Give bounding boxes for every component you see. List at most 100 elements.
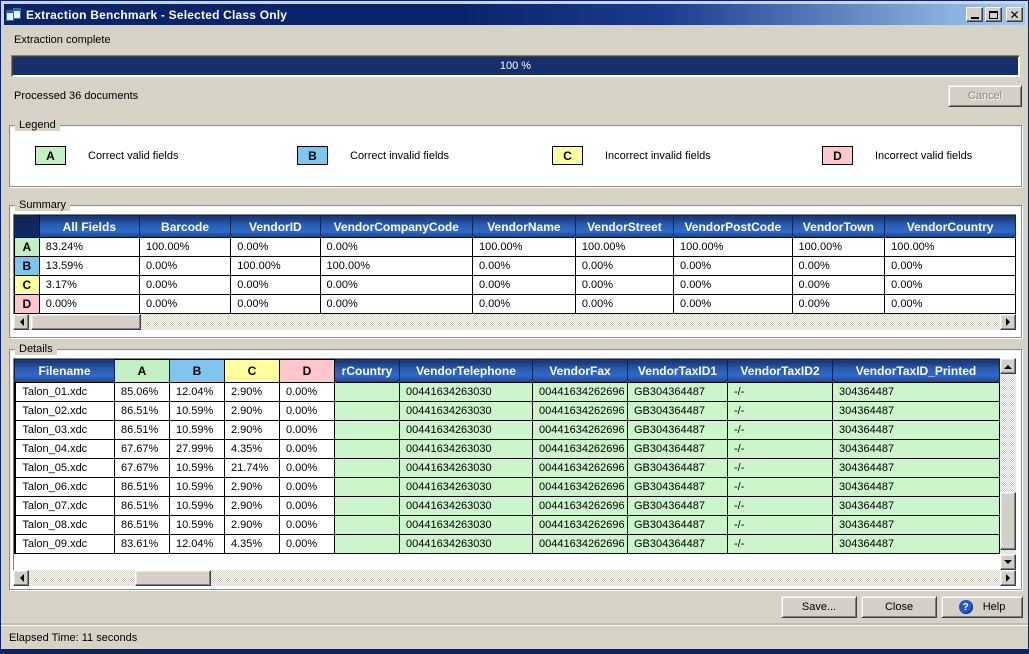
details-column-header[interactable]: VendorTaxID2 <box>728 360 833 383</box>
details-cell[interactable]: 304364487 <box>833 440 1000 459</box>
details-cell[interactable]: 00441634262696 <box>533 516 628 535</box>
details-cell[interactable]: 0.00% <box>280 497 335 516</box>
summary-cell[interactable]: 0.00% <box>575 276 673 295</box>
details-cell[interactable]: 0.00% <box>280 478 335 497</box>
details-cell[interactable]: -/- <box>728 402 833 421</box>
summary-cell[interactable]: 100.00% <box>674 238 793 257</box>
details-cell[interactable]: GB304364487 <box>628 440 728 459</box>
summary-cell[interactable]: 100.00% <box>139 238 230 257</box>
details-cell[interactable]: 86.51% <box>115 478 170 497</box>
details-cell[interactable]: GB304364487 <box>628 459 728 478</box>
details-cell[interactable]: 86.51% <box>115 402 170 421</box>
details-cell[interactable] <box>335 440 400 459</box>
details-cell[interactable]: 00441634262696 <box>533 421 628 440</box>
details-cell[interactable]: 10.59% <box>170 421 225 440</box>
summary-cell[interactable]: 100.00% <box>472 238 575 257</box>
details-cell[interactable]: 4.35% <box>225 535 280 554</box>
summary-hscroll-left-arrow[interactable] <box>13 314 29 330</box>
summary-hscroll-right-arrow[interactable] <box>1000 314 1016 330</box>
details-cell[interactable]: 2.90% <box>225 402 280 421</box>
details-filename-cell[interactable]: Talon_01.xdc <box>16 383 115 402</box>
summary-cell[interactable]: 100.00% <box>231 257 320 276</box>
summary-column-header[interactable]: VendorTown <box>792 216 885 238</box>
summary-cell[interactable]: 100.00% <box>320 257 472 276</box>
summary-cell[interactable]: 0.00% <box>792 276 885 295</box>
details-cell[interactable]: GB304364487 <box>628 421 728 440</box>
details-cell[interactable]: 00441634262696 <box>533 497 628 516</box>
details-cell[interactable]: 12.04% <box>170 535 225 554</box>
maximize-button[interactable] <box>985 7 1002 22</box>
details-cell[interactable]: -/- <box>728 459 833 478</box>
details-filename-cell[interactable]: Talon_08.xdc <box>16 516 115 535</box>
details-cell[interactable]: 0.00% <box>280 440 335 459</box>
details-cell[interactable]: 304364487 <box>833 402 1000 421</box>
details-cell[interactable]: 0.00% <box>280 402 335 421</box>
close-dialog-button[interactable]: Close <box>861 596 937 618</box>
details-cell[interactable]: -/- <box>728 383 833 402</box>
details-column-header[interactable]: C <box>225 360 280 383</box>
details-hscroll-right-arrow[interactable] <box>1000 570 1016 586</box>
summary-cell[interactable]: 0.00% <box>575 295 673 314</box>
details-cell[interactable]: 10.59% <box>170 497 225 516</box>
details-filename-cell[interactable]: Talon_03.xdc <box>16 421 115 440</box>
details-cell[interactable]: -/- <box>728 440 833 459</box>
summary-cell[interactable]: 0.00% <box>39 295 139 314</box>
details-cell[interactable] <box>335 459 400 478</box>
details-column-header[interactable]: rCountry <box>335 360 400 383</box>
summary-row-label-a[interactable]: A <box>15 238 40 257</box>
details-cell[interactable]: 00441634263030 <box>400 478 533 497</box>
details-cell[interactable]: 2.90% <box>225 478 280 497</box>
details-filename-cell[interactable]: Talon_09.xdc <box>16 535 115 554</box>
summary-cell[interactable]: 100.00% <box>575 238 673 257</box>
summary-cell[interactable]: 13.59% <box>39 257 139 276</box>
details-cell[interactable]: 304364487 <box>833 383 1000 402</box>
details-cell[interactable]: 83.61% <box>115 535 170 554</box>
details-cell[interactable]: GB304364487 <box>628 383 728 402</box>
details-cell[interactable]: GB304364487 <box>628 478 728 497</box>
cancel-button[interactable]: Cancel <box>948 85 1022 107</box>
details-cell[interactable]: 00441634263030 <box>400 459 533 478</box>
summary-cell[interactable]: 0.00% <box>320 295 472 314</box>
summary-cell[interactable]: 0.00% <box>139 257 230 276</box>
details-cell[interactable]: GB304364487 <box>628 535 728 554</box>
summary-cell[interactable]: 100.00% <box>885 238 1016 257</box>
details-cell[interactable]: 00441634262696 <box>533 440 628 459</box>
summary-column-header[interactable]: VendorCountry <box>885 216 1016 238</box>
details-hscroll-left-arrow[interactable] <box>13 570 29 586</box>
details-filename-cell[interactable]: Talon_05.xdc <box>16 459 115 478</box>
summary-column-header[interactable]: VendorID <box>231 216 320 238</box>
details-cell[interactable] <box>335 478 400 497</box>
details-cell[interactable]: 304364487 <box>833 459 1000 478</box>
details-cell[interactable]: 0.00% <box>280 459 335 478</box>
details-vscrollbar[interactable] <box>1000 358 1016 570</box>
details-cell[interactable]: 2.90% <box>225 421 280 440</box>
details-filename-cell[interactable]: Talon_06.xdc <box>16 478 115 497</box>
details-cell[interactable]: -/- <box>728 516 833 535</box>
details-column-header[interactable]: Filename <box>15 360 115 383</box>
summary-cell[interactable]: 0.00% <box>885 257 1016 276</box>
details-cell[interactable]: 4.35% <box>225 440 280 459</box>
summary-cell[interactable]: 0.00% <box>885 295 1016 314</box>
details-cell[interactable] <box>335 497 400 516</box>
details-filename-cell[interactable]: Talon_04.xdc <box>16 440 115 459</box>
summary-cell[interactable]: 0.00% <box>472 295 575 314</box>
details-cell[interactable]: 304364487 <box>833 497 1000 516</box>
summary-hscroll-thumb[interactable] <box>31 314 141 330</box>
summary-row-label-d[interactable]: D <box>15 295 40 314</box>
summary-cell[interactable]: 0.00% <box>320 276 472 295</box>
summary-cell[interactable]: 100.00% <box>792 238 885 257</box>
minimize-button[interactable] <box>966 7 983 22</box>
help-button[interactable]: ? Help <box>941 596 1023 618</box>
details-cell[interactable]: 10.59% <box>170 402 225 421</box>
details-cell[interactable] <box>335 535 400 554</box>
details-cell[interactable]: 27.99% <box>170 440 225 459</box>
summary-cell[interactable]: 0.00% <box>472 276 575 295</box>
details-cell[interactable] <box>335 421 400 440</box>
details-cell[interactable]: -/- <box>728 535 833 554</box>
close-button[interactable]: ✕ <box>1006 7 1023 22</box>
save-button[interactable]: Save... <box>781 596 857 618</box>
summary-cell[interactable]: 0.00% <box>231 238 320 257</box>
details-cell[interactable]: 67.67% <box>115 440 170 459</box>
details-cell[interactable]: 304364487 <box>833 478 1000 497</box>
details-cell[interactable]: 86.51% <box>115 516 170 535</box>
